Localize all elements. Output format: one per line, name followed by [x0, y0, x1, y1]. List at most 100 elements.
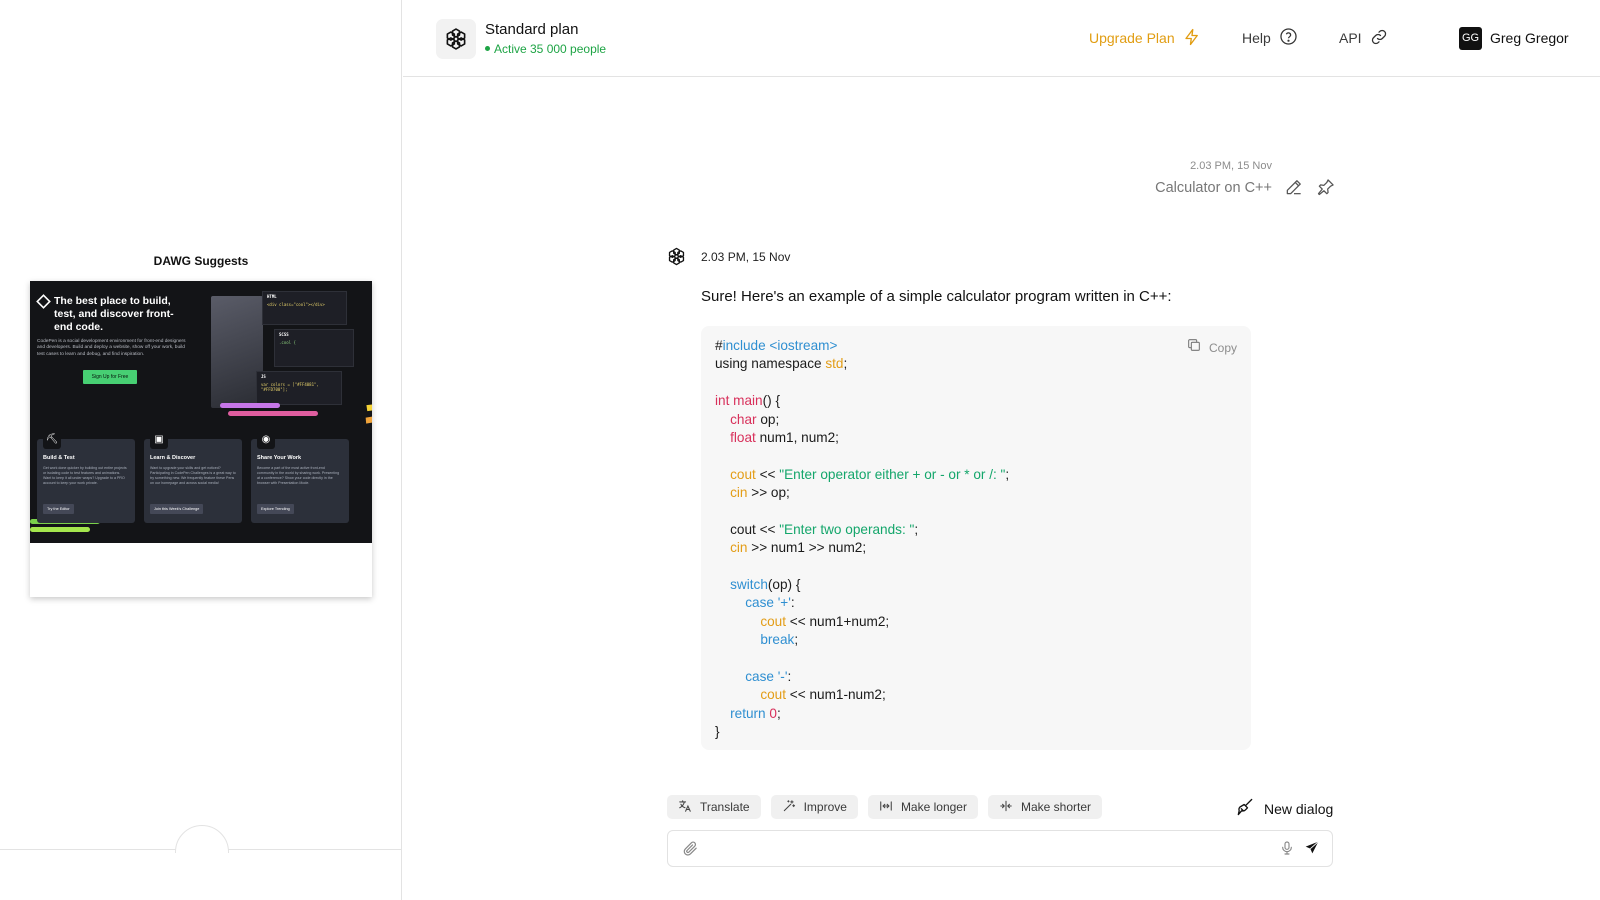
- avatar: GG: [1459, 26, 1482, 50]
- message-composer: [667, 830, 1333, 867]
- preview-ribbon: [30, 527, 90, 532]
- expand-horizontal-icon: [879, 799, 893, 816]
- code-content: #include <iostream> using namespace std; i…: [715, 337, 1237, 742]
- translate-icon: [678, 799, 692, 816]
- new-dialog-button[interactable]: New dialog: [1235, 797, 1333, 820]
- microphone-icon[interactable]: [1279, 840, 1295, 861]
- code-token: :: [790, 595, 795, 611]
- code-line: using namespace std;: [715, 355, 1237, 373]
- code-token: break: [760, 632, 795, 648]
- code-token: #: [715, 338, 723, 353]
- lightning-icon: [1183, 28, 1201, 49]
- bot-message-time: 2.03 PM, 15 Nov: [701, 250, 791, 264]
- code-token: op;: [756, 411, 780, 427]
- send-icon[interactable]: [1304, 840, 1320, 861]
- code-token: <<: [755, 466, 780, 482]
- bot-message-intro: Sure! Here's an example of a simple calc…: [701, 288, 1172, 305]
- code-token: char: [730, 411, 757, 427]
- link-icon: [1370, 28, 1388, 49]
- make-shorter-button[interactable]: Make shorter: [987, 795, 1103, 819]
- quick-actions: Translate Improve Make longer Make short…: [667, 795, 1103, 819]
- code-line: cout << num1-num2;: [715, 686, 1237, 704]
- code-token: cout: [760, 613, 787, 629]
- code-token: ;: [914, 521, 919, 537]
- code-token: cout: [730, 466, 756, 482]
- openai-logo-icon: [666, 246, 687, 267]
- message-input[interactable]: [708, 839, 1248, 859]
- pin-icon: [1316, 177, 1336, 202]
- upgrade-plan-button[interactable]: Upgrade Plan: [1089, 27, 1201, 49]
- suggestion-screenshot: The best place to build, test, and disco…: [30, 281, 372, 543]
- code-token: () {: [762, 393, 780, 409]
- code-line: float num1, num2;: [715, 429, 1237, 447]
- top-header: Standard plan Active 35 000 people Upgra…: [403, 0, 1600, 77]
- code-line: cout << "Enter two operands: ";: [715, 521, 1237, 539]
- code-line: cin >> op;: [715, 484, 1237, 502]
- paperclip-icon[interactable]: [682, 840, 699, 862]
- code-token: "Enter operator either + or - or * or /:…: [779, 466, 1006, 482]
- code-line: cout << "Enter operator either + or - or…: [715, 466, 1237, 484]
- code-token: cout <<: [715, 521, 780, 537]
- code-token: std: [825, 356, 844, 372]
- code-token: include <iostream>: [722, 338, 838, 353]
- api-button[interactable]: API: [1339, 27, 1388, 49]
- user-message-actions: [1283, 178, 1337, 200]
- code-token: case '+': [745, 595, 791, 611]
- code-token: }: [715, 724, 720, 740]
- code-block: Copy #include <iostream> using namespace …: [701, 326, 1251, 750]
- improve-button[interactable]: Improve: [770, 795, 858, 819]
- code-line: int main() {: [715, 392, 1237, 410]
- code-line: switch(op) {: [715, 576, 1237, 594]
- left-panel: DAWG Suggests The best place to build, t…: [0, 0, 402, 900]
- code-token: << num1-num2;: [786, 687, 886, 703]
- edit-message-button[interactable]: [1283, 178, 1305, 200]
- user-name: Greg Gregor: [1490, 30, 1569, 46]
- code-token: using namespace: [715, 356, 826, 372]
- user-message-time: 2.03 PM, 15 Nov: [1190, 160, 1272, 172]
- preview-pane-html: HTML <div class="cool"></div>: [262, 291, 347, 325]
- build-icon: ⛏: [43, 431, 61, 449]
- code-line: cout << num1+num2;: [715, 613, 1237, 631]
- code-token: >> num1 >> num2;: [747, 540, 867, 556]
- translate-button[interactable]: Translate: [667, 795, 761, 819]
- status-dot-icon: [485, 46, 490, 52]
- code-token: << num1+num2;: [786, 613, 890, 629]
- code-line: cin >> num1 >> num2;: [715, 539, 1237, 557]
- code-line: char op;: [715, 411, 1237, 429]
- suggestion-preview-card[interactable]: The best place to build, test, and disco…: [30, 281, 372, 597]
- preview-signup-button: Sign Up for Free: [83, 370, 137, 384]
- code-token: cout: [760, 687, 787, 703]
- copy-code-button[interactable]: Copy: [1186, 337, 1237, 358]
- preview-ribbon: [228, 411, 318, 416]
- preview-card-learn: ▣ Learn & Discover Want to upgrade your …: [144, 431, 242, 523]
- code-line: case '+':: [715, 594, 1237, 612]
- make-longer-button[interactable]: Make longer: [867, 795, 978, 819]
- question-circle-icon: [1279, 27, 1298, 49]
- code-token: ;: [794, 632, 799, 648]
- code-token: ;: [776, 705, 781, 721]
- collapse-horizontal-icon: [999, 799, 1013, 816]
- code-token: cin: [730, 540, 748, 556]
- panel-collapse-handle[interactable]: [175, 825, 229, 853]
- code-token: float: [730, 429, 756, 445]
- pin-message-button[interactable]: [1315, 178, 1337, 200]
- codepen-logo-icon: [36, 294, 51, 309]
- user-menu[interactable]: GG Greg Gregor: [1459, 26, 1569, 50]
- user-message-text: Calculator on C++: [1155, 180, 1272, 196]
- openai-logo-icon: [436, 19, 476, 59]
- preview-ribbon: [220, 403, 280, 408]
- code-token: ;: [1005, 466, 1010, 482]
- help-button[interactable]: Help: [1242, 27, 1298, 49]
